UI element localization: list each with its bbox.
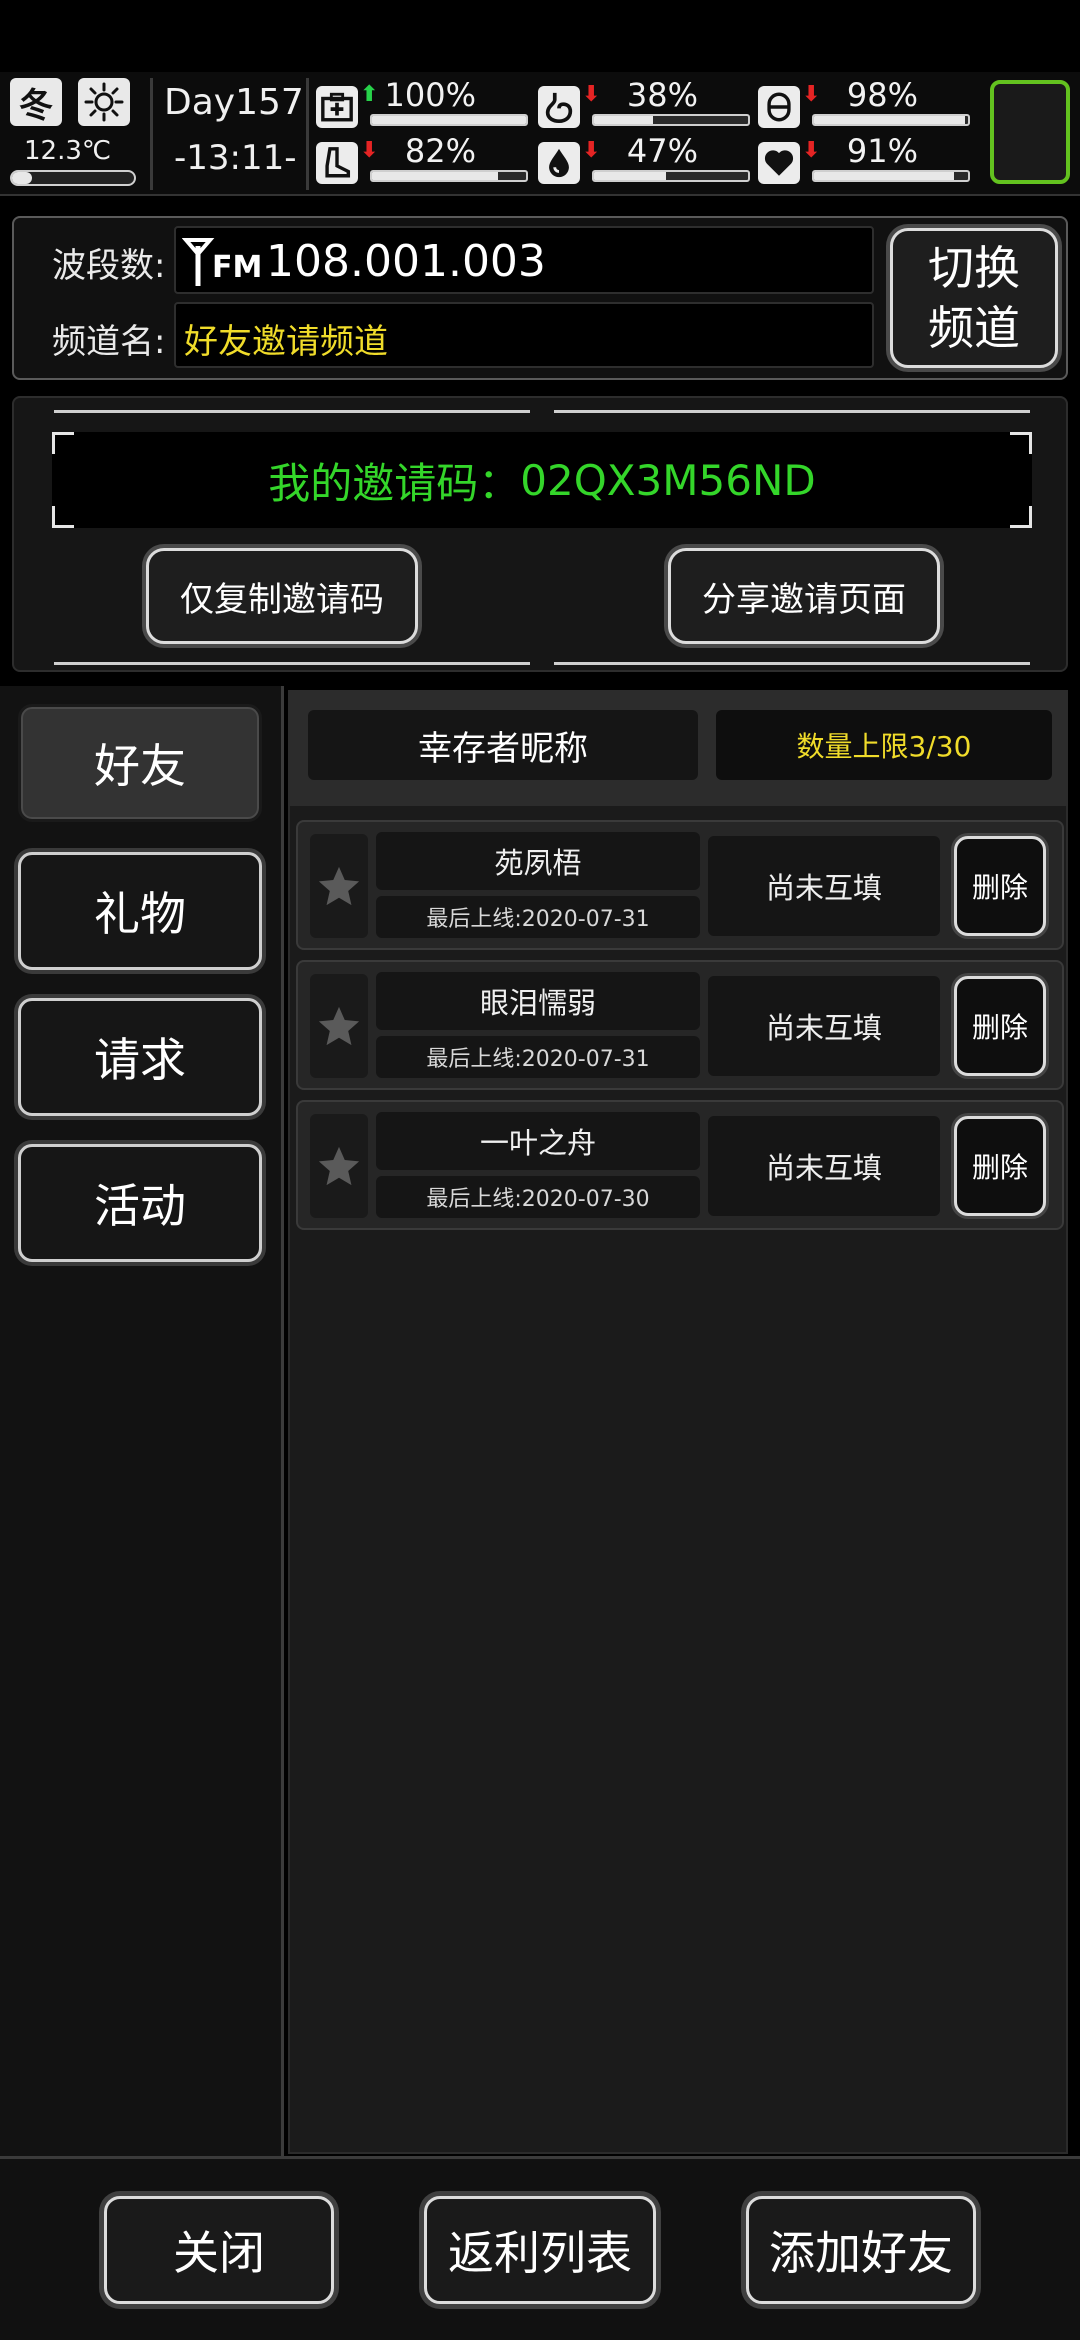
delete-button[interactable]: 删除 <box>954 976 1046 1076</box>
channel-label: 频道名: <box>52 322 166 362</box>
band-value: 108.001.003 <box>266 236 546 287</box>
day-counter: Day157 <box>164 82 304 123</box>
channel-field: 好友邀请频道 <box>174 302 874 368</box>
copy-invite-code-button[interactable]: 仅复制邀请码 <box>146 548 418 644</box>
list-header: 幸存者昵称 数量上限3/30 <box>288 690 1068 806</box>
switch-channel-label-1: 切换 <box>928 241 1020 295</box>
stat-percent: 82% <box>404 132 476 170</box>
thermometer-bar <box>10 170 136 186</box>
switch-channel-button[interactable]: 切换 频道 <box>890 228 1058 368</box>
last-online: 最后上线:2020-07-30 <box>376 1176 700 1218</box>
divider <box>554 662 1030 665</box>
list-item: 眼泪懦弱 最后上线:2020-07-31 尚未互填 删除 <box>296 960 1064 1090</box>
share-invite-page-button[interactable]: 分享邀请页面 <box>668 548 940 644</box>
tab-events[interactable]: 活动 <box>18 1144 262 1262</box>
stat-percent: 100% <box>384 76 476 114</box>
radio-panel: 波段数: FM 108.001.003 频道名: 好友邀请频道 切换 频道 <box>12 216 1068 380</box>
switch-channel-label-2: 频道 <box>928 301 1020 355</box>
channel-value: 好友邀请频道 <box>184 322 388 362</box>
friend-name: 一叶之舟 <box>376 1112 700 1170</box>
season-badge: 冬 <box>10 78 62 126</box>
status-indicator[interactable] <box>990 80 1070 184</box>
add-friend-button[interactable]: 添加好友 <box>746 2196 976 2304</box>
status-bar: 冬 12.3℃ Day157 -13:11- ⬆ 100% ⬇ 38% ⬇ 98% ⬇ 82%… <box>0 72 1080 196</box>
mutual-status: 尚未互填 <box>708 836 940 936</box>
stat-bar <box>812 170 970 182</box>
star-icon[interactable] <box>310 974 368 1078</box>
divider <box>54 662 530 665</box>
stat-bar <box>370 114 528 126</box>
delete-button[interactable]: 删除 <box>954 836 1046 936</box>
invite-code-label: 我的邀请码： <box>268 458 521 508</box>
rebate-list-button[interactable]: 返利列表 <box>424 2196 656 2304</box>
divider <box>554 410 1030 413</box>
stat-percent: 98% <box>846 76 918 114</box>
temperature: 12.3℃ <box>24 136 112 166</box>
fm-tag: FM <box>212 250 263 285</box>
sidebar: 好友 礼物 请求 活动 <box>0 686 284 2156</box>
friend-name: 苑夙梧 <box>376 832 700 890</box>
invite-panel: 我的邀请码： 02QX3M56ND 仅复制邀请码 分享邀请页面 <box>12 396 1068 672</box>
invite-code: 02QX3M56ND <box>520 455 816 505</box>
invite-code-box: 我的邀请码： 02QX3M56ND <box>52 432 1032 528</box>
tab-friends[interactable]: 好友 <box>18 704 262 822</box>
list-item: 苑夙梧 最后上线:2020-07-31 尚未互填 删除 <box>296 820 1064 950</box>
sun-icon <box>78 78 130 126</box>
mutual-status: 尚未互填 <box>708 976 940 1076</box>
delete-button[interactable]: 删除 <box>954 1116 1046 1216</box>
mutual-status: 尚未互填 <box>708 1116 940 1216</box>
tab-gifts[interactable]: 礼物 <box>18 852 262 970</box>
band-label: 波段数: <box>52 246 166 286</box>
close-button[interactable]: 关闭 <box>104 2196 334 2304</box>
friend-name: 眼泪懦弱 <box>376 972 700 1030</box>
game-clock: -13:11- <box>174 138 297 178</box>
star-icon[interactable] <box>310 1114 368 1218</box>
band-field: FM 108.001.003 <box>174 226 874 294</box>
stat-bar <box>812 114 970 126</box>
friend-limit: 数量上限3/30 <box>716 710 1052 780</box>
stat-bar <box>592 170 750 182</box>
stat-percent: 38% <box>626 76 698 114</box>
stat-percent: 91% <box>846 132 918 170</box>
last-online: 最后上线:2020-07-31 <box>376 896 700 938</box>
stat-bar <box>592 114 750 126</box>
list-item: 一叶之舟 最后上线:2020-07-30 尚未互填 删除 <box>296 1100 1064 1230</box>
last-online: 最后上线:2020-07-31 <box>376 1036 700 1078</box>
stat-bar <box>370 170 528 182</box>
tab-requests[interactable]: 请求 <box>18 998 262 1116</box>
stat-percent: 47% <box>626 132 698 170</box>
divider <box>54 410 530 413</box>
star-icon[interactable] <box>310 834 368 938</box>
header-nickname: 幸存者昵称 <box>308 710 698 780</box>
